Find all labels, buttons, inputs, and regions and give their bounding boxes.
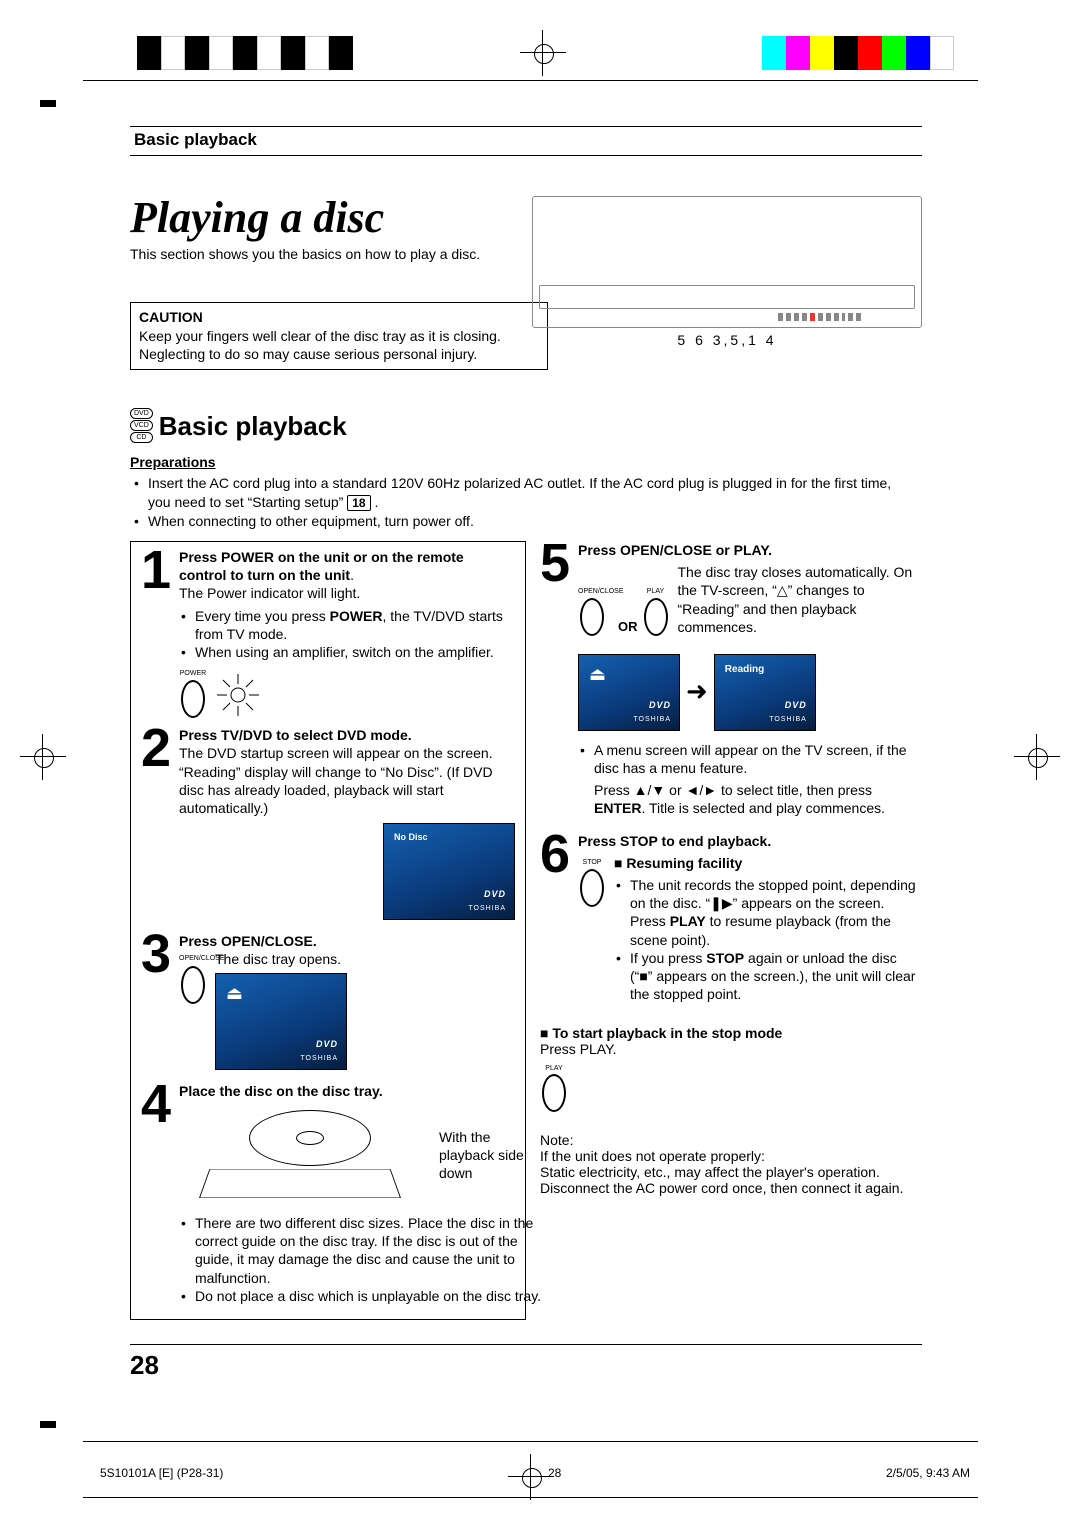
device-outline (532, 196, 922, 328)
section-heading: DVD VCD CD Basic playback (130, 408, 922, 444)
manual-page: Basic playback Playing a disc This secti… (130, 126, 922, 1371)
step-2-title: Press TV/DVD to select DVD mode. (179, 727, 412, 743)
note-heading: If the unit does not operate properly: (540, 1148, 922, 1164)
preparations-heading: Preparations (130, 454, 216, 470)
open-close-button-icon: OPEN/CLOSE (578, 587, 606, 636)
chapter-intro: This section shows you the basics on how… (130, 246, 570, 262)
steps-left: 1 Press POWER on the unit or on the remo… (130, 541, 526, 1320)
step-1-line1: The Power indicator will light. (179, 584, 515, 602)
step-1-bullet-1: Every time you press POWER, the TV/DVD s… (195, 607, 515, 643)
open-close-button-icon: OPEN/CLOSE (179, 954, 207, 1003)
eject-icon: ⏏ (589, 663, 606, 686)
bw-swatches (137, 36, 353, 70)
step-6-title: Press STOP to end playback. (578, 833, 771, 849)
step-4: 4 Place the disc on the disc tray. With … (141, 1082, 515, 1309)
step-2: 2 Press TV/DVD to select DVD mode. The D… (141, 726, 515, 924)
edge-tick (40, 100, 56, 107)
registration-target-icon (528, 38, 558, 68)
step-1-bullet-2: When using an amplifier, switch on the a… (195, 643, 515, 661)
page-ref-badge: 18 (347, 495, 370, 511)
step-number: 6 (540, 832, 578, 1008)
step-4-title: Place the disc on the disc tray. (179, 1083, 383, 1099)
chapter-title: Playing a disc (130, 196, 570, 240)
step-4-bullet-2: Do not place a disc which is unplayable … (195, 1287, 549, 1305)
arrow-right-icon: ➜ (686, 675, 708, 709)
or-label: OR (618, 619, 638, 636)
intro-row: Playing a disc This section shows you th… (130, 196, 922, 386)
step-4-bullet-1: There are two different disc sizes. Plac… (195, 1214, 549, 1287)
bottom-rule-upper (83, 1441, 978, 1442)
step-1-title: Press POWER on the unit or on the remote… (179, 549, 464, 583)
section-title: Basic playback (159, 411, 347, 442)
note-label: Note: (540, 1132, 922, 1148)
step-number: 2 (141, 726, 179, 924)
start-in-stop-body: Press PLAY. (540, 1041, 922, 1057)
badge-dvd: DVD (130, 408, 153, 419)
tv-screen-eject: ⏏ DVD TOSHIBA (215, 973, 347, 1070)
registration-target-icon (516, 1462, 546, 1492)
step-6: 6 Press STOP to end playback. STOP ■ Res… (540, 832, 922, 1008)
badge-vcd: VCD (130, 420, 153, 431)
preparations: Preparations Insert the AC cord plug int… (130, 454, 922, 531)
step-2-body: The DVD startup screen will appear on th… (179, 744, 515, 817)
caution-heading: CAUTION (139, 309, 539, 325)
resume-bullet-1: The unit records the stopped point, depe… (630, 876, 922, 949)
disc-type-badges: DVD VCD CD (130, 408, 153, 444)
step-3: 3 Press OPEN/CLOSE. OPEN/CLOSE The disc … (141, 932, 515, 1074)
caution-box: CAUTION Keep your fingers well clear of … (130, 302, 548, 370)
top-rule (83, 80, 978, 81)
crop-marks-bottom (83, 1462, 978, 1492)
step-5-after-2: Press ▲/▼ or ◄/► to select title, then p… (578, 781, 922, 817)
play-button-icon: PLAY (642, 587, 670, 636)
tv-screen-eject-small: ⏏ DVD TOSHIBA (578, 654, 680, 731)
crop-marks-top (83, 36, 978, 70)
prep-item-1: Insert the AC cord plug into a standard … (148, 474, 922, 512)
resuming-heading: ■ Resuming facility (614, 854, 922, 872)
stop-button-icon: STOP (578, 858, 606, 1008)
step-5-after-1: A menu screen will appear on the TV scre… (594, 741, 922, 777)
step-number: 1 (141, 548, 179, 718)
bottom-rule-lower (83, 1497, 978, 1498)
page-number-badge: 28 (130, 1350, 159, 1381)
tv-screen-reading: Reading DVD TOSHIBA (714, 654, 816, 731)
device-callout-numbers: 5 6 3,5,1 4 (532, 332, 922, 348)
step-5-body: The disc tray closes automatically. On t… (678, 563, 923, 636)
note-body: Static electricity, etc., may affect the… (540, 1164, 922, 1196)
step-3-body: The disc tray opens. (215, 950, 515, 968)
step-number: 5 (540, 541, 578, 818)
note-block: Note: If the unit does not operate prope… (540, 1132, 922, 1196)
registration-target-icon (1022, 742, 1052, 772)
caution-text: Keep your fingers well clear of the disc… (139, 328, 539, 363)
step-5-title: Press OPEN/CLOSE or PLAY. (578, 542, 772, 558)
color-swatches (762, 36, 954, 70)
eject-icon: ⏏ (226, 982, 243, 1005)
play-button-icon: PLAY (540, 1065, 568, 1112)
resume-bullet-2: If you press STOP again or unload the di… (630, 949, 922, 1004)
registration-target-icon (28, 742, 58, 772)
page-number: 28 (130, 1350, 159, 1381)
tv-screen-nodisc: No Disc DVD TOSHIBA (383, 823, 515, 920)
start-in-stop-heading: ■ To start playback in the stop mode (540, 1025, 922, 1041)
header-bar: Basic playback (130, 126, 922, 156)
steps-columns: 1 Press POWER on the unit or on the remo… (130, 541, 922, 1320)
disc-on-tray-illustration (179, 1100, 439, 1210)
registration-bar-top (83, 36, 978, 70)
step-3-title: Press OPEN/CLOSE. (179, 933, 317, 949)
prep-item-2: When connecting to other equipment, turn… (148, 512, 922, 531)
page-sheet: Basic playback Playing a disc This secti… (0, 0, 1080, 1528)
step-5: 5 Press OPEN/CLOSE or PLAY. OPEN/CLOSE O… (540, 541, 922, 818)
steps-right: 5 Press OPEN/CLOSE or PLAY. OPEN/CLOSE O… (532, 541, 922, 1320)
header-section-title: Basic playback (134, 130, 257, 150)
badge-cd: CD (130, 432, 153, 443)
step-1: 1 Press POWER on the unit or on the remo… (141, 548, 515, 718)
light-icon (215, 672, 261, 718)
device-illustration: 5 6 3,5,1 4 (532, 196, 922, 348)
step-number: 3 (141, 932, 179, 1074)
edge-tick (40, 1421, 56, 1428)
power-button-icon: POWER (179, 669, 207, 718)
step-number: 4 (141, 1082, 179, 1309)
